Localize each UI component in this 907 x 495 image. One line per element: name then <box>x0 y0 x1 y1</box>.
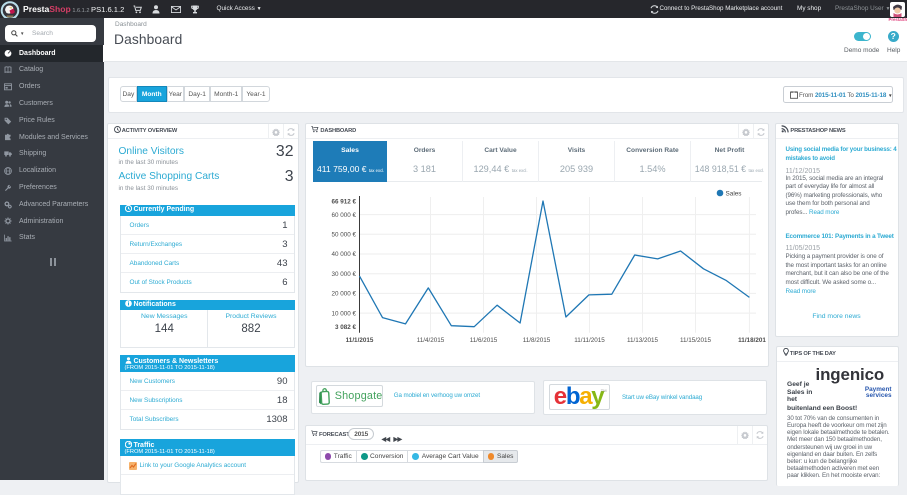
svg-text:20 000 €: 20 000 € <box>331 291 356 298</box>
svg-text:30 000 €: 30 000 € <box>331 271 356 278</box>
svg-text:11/4/2015: 11/4/2015 <box>416 337 444 344</box>
svg-text:11/1/2015: 11/1/2015 <box>345 337 373 344</box>
svg-text:40 000 €: 40 000 € <box>331 251 356 258</box>
svg-text:3 082 €: 3 082 € <box>334 324 356 331</box>
svg-text:11/8/2015: 11/8/2015 <box>522 337 550 344</box>
svg-text:Sales: Sales <box>725 190 741 197</box>
svg-text:66 912 €: 66 912 € <box>331 199 356 206</box>
svg-text:60 000 €: 60 000 € <box>331 212 356 219</box>
svg-text:11/11/2015: 11/11/2015 <box>574 337 605 344</box>
svg-text:11/6/2015: 11/6/2015 <box>469 337 497 344</box>
svg-text:11/15/2015: 11/15/2015 <box>679 337 711 344</box>
svg-text:10 000 €: 10 000 € <box>331 310 356 317</box>
svg-text:11/18/201: 11/18/201 <box>738 337 766 344</box>
svg-text:50 000 €: 50 000 € <box>331 232 356 239</box>
svg-text:11/13/2015: 11/13/2015 <box>626 337 658 344</box>
